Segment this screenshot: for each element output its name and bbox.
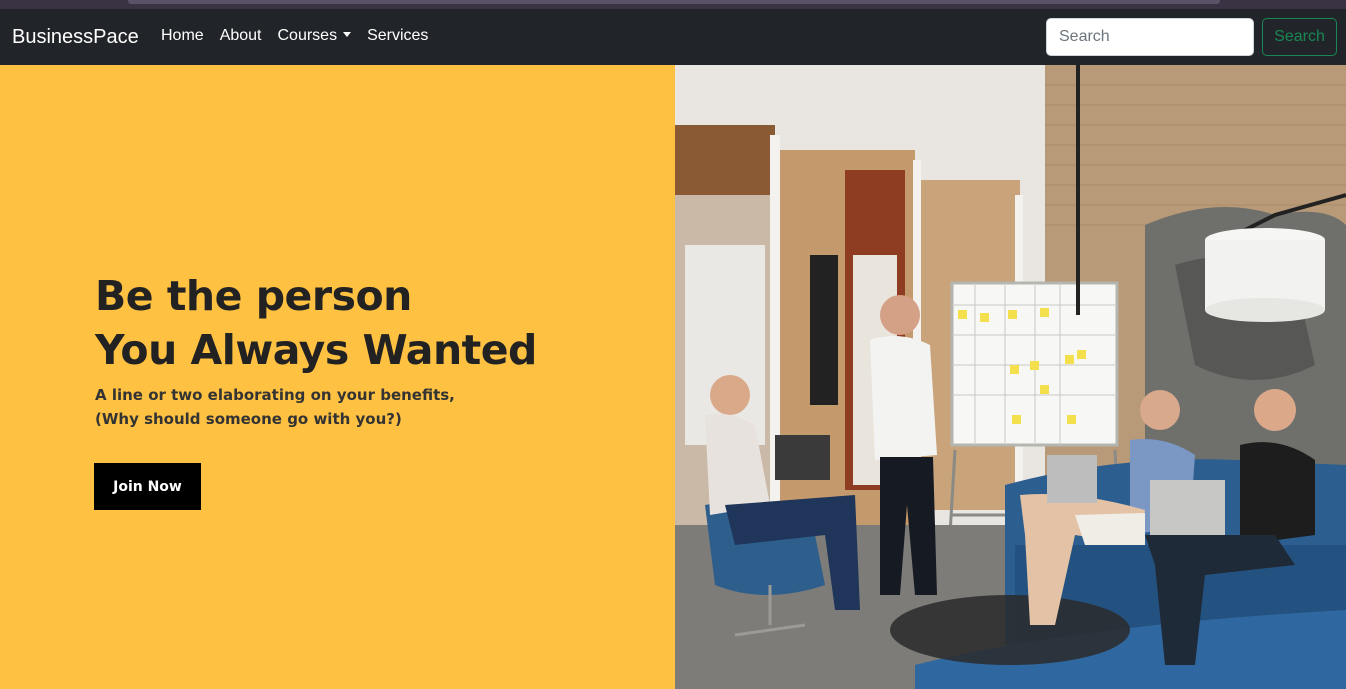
search-input[interactable] [1046, 18, 1254, 56]
nav-link-services[interactable]: Services [367, 25, 428, 47]
hero-subtitle-line1: A line or two elaborating on your benefi… [95, 386, 455, 404]
hero-subtitle: A line or two elaborating on your benefi… [95, 383, 455, 431]
brand-logo[interactable]: BusinessPace [12, 24, 139, 50]
hero-title-line2: You Always Wanted [95, 326, 537, 374]
nav-links: Home About Courses Services [161, 25, 444, 47]
nav-link-home[interactable]: Home [161, 25, 204, 47]
hero-office-photo [675, 65, 1346, 689]
caret-down-icon [343, 32, 352, 37]
hero-subtitle-line2: (Why should someone go with you?) [95, 410, 402, 428]
hero-section: Be the person You Always Wanted A line o… [0, 65, 675, 689]
nav-link-about[interactable]: About [220, 25, 262, 47]
hero-title-line1: Be the person [95, 272, 412, 320]
join-now-button[interactable]: Join Now [94, 463, 201, 510]
browser-tab-bar [128, 0, 1220, 4]
nav-link-courses-label: Courses [277, 27, 338, 44]
navbar: BusinessPace Home About Courses Services… [0, 9, 1346, 65]
search-button[interactable]: Search [1262, 18, 1337, 56]
nav-link-courses[interactable]: Courses [278, 25, 352, 47]
browser-top-strip [0, 0, 1346, 9]
hero-title: Be the person You Always Wanted [95, 269, 537, 377]
